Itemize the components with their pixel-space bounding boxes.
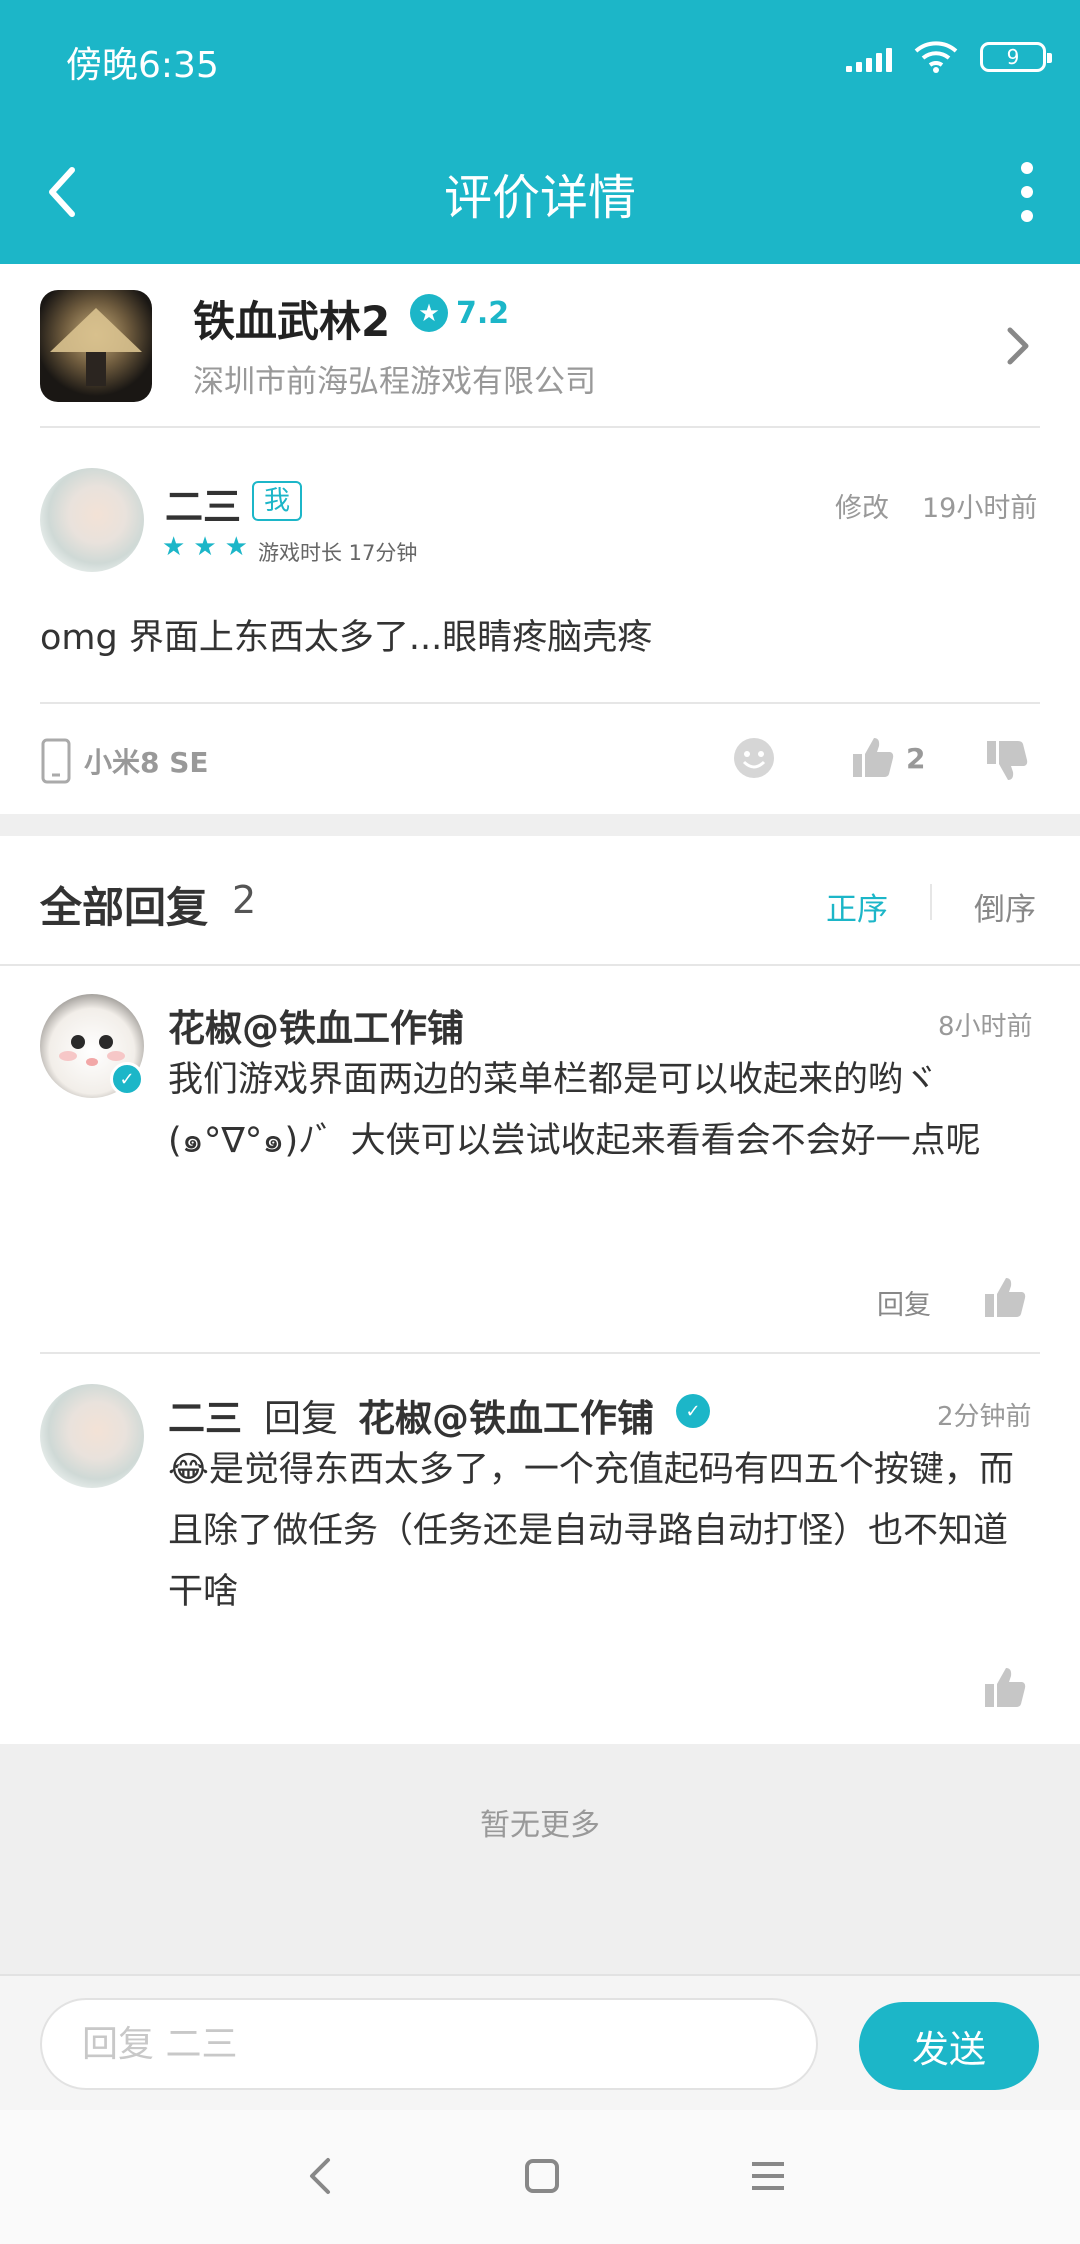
review-content: omg 界面上东西太多了...眼睛疼脑壳疼: [40, 618, 653, 658]
thumbs-up-icon[interactable]: [982, 1274, 1028, 1320]
playtime: 游戏时长 17分钟: [258, 541, 418, 565]
star-rating: ★ ★ ★: [162, 532, 248, 562]
review-time: 19小时前: [922, 493, 1038, 524]
game-company: 深圳市前海弘程游戏有限公司: [193, 364, 596, 400]
page-title: 评价详情: [443, 170, 636, 226]
thumbs-up-icon[interactable]: [982, 1664, 1028, 1710]
sort-divider: [930, 884, 932, 920]
status-bar: 傍晚6:35 9: [0, 0, 1080, 120]
system-nav-bar: [0, 2110, 1080, 2244]
more-vertical-icon[interactable]: [1012, 162, 1042, 222]
battery-level: 9: [1006, 45, 1020, 69]
reply-content: 我们游戏界面两边的菜单栏都是可以收起来的哟ヾ(๑°∇°๑)ﾉ゛大侠可以尝试收起来…: [168, 1060, 981, 1161]
like-count: 2: [906, 742, 926, 775]
reply-time: 8小时前: [938, 1012, 1033, 1042]
nav-back-icon[interactable]: [302, 2154, 338, 2198]
emoji-react-icon[interactable]: [732, 736, 776, 780]
nav-home-icon[interactable]: [522, 2156, 562, 2196]
divider: [40, 702, 1040, 704]
divider: [40, 426, 1040, 428]
reply-word: 回复: [264, 1397, 338, 1440]
status-time: 傍晚6:35: [66, 45, 219, 86]
avatar[interactable]: [40, 468, 144, 572]
edit-link[interactable]: 修改: [835, 486, 889, 525]
game-rating: ★ 7.2: [410, 294, 509, 332]
verified-badge-icon: ✓: [676, 1394, 710, 1428]
reply-username[interactable]: 二三: [168, 1388, 242, 1442]
me-badge: 我: [252, 481, 303, 521]
phone-icon: [41, 738, 71, 784]
rating-value: 7.2: [456, 295, 510, 331]
section-gap: [0, 814, 1080, 836]
avatar[interactable]: [40, 1384, 144, 1488]
game-name: 铁血武林2: [193, 297, 391, 346]
wifi-icon: [914, 41, 958, 73]
star-icon: ★: [410, 294, 448, 332]
game-icon: [40, 290, 152, 402]
nav-menu-icon[interactable]: [748, 2158, 788, 2194]
game-header[interactable]: 铁血武林2 ★ 7.2 深圳市前海弘程游戏有限公司: [0, 264, 1080, 426]
sort-asc-tab[interactable]: 正序: [826, 884, 888, 929]
chevron-right-icon[interactable]: [1000, 322, 1036, 370]
battery-icon: 9: [980, 42, 1052, 72]
review-username[interactable]: 二三: [165, 476, 241, 531]
verified-badge-icon: ✓: [110, 1062, 144, 1096]
thumbs-up-icon[interactable]: [850, 734, 896, 780]
reply-username[interactable]: 花椒@铁血工作铺: [168, 998, 464, 1052]
no-more-text: 暂无更多: [480, 1808, 600, 1843]
divider: [0, 964, 1080, 966]
divider: [40, 1352, 1040, 1354]
star-icon: ★: [193, 532, 217, 562]
signal-icon: [846, 42, 892, 72]
reply-content: 😂是觉得东西太多了，一个充值起码有四五个按键，而且除了做任务（任务还是自动寻路自…: [168, 1450, 1014, 1612]
replies-title: 全部回复: [40, 883, 209, 932]
device-info: 小米8 SE: [40, 738, 209, 784]
star-icon: ★: [162, 532, 186, 562]
reply-input-bar: 发送: [0, 1974, 1080, 2110]
star-icon: ★: [224, 532, 248, 562]
send-button[interactable]: 发送: [859, 2002, 1039, 2090]
status-icons: 9: [846, 40, 1052, 74]
device-name: 小米8 SE: [84, 746, 209, 779]
reply-input[interactable]: [40, 1998, 818, 2090]
replies-count: 2: [232, 878, 257, 922]
reply-button[interactable]: 回复: [877, 1283, 931, 1322]
app-bar: 评价详情: [0, 120, 1080, 264]
reply-time: 2分钟前: [937, 1402, 1032, 1432]
reply-target[interactable]: 花椒@铁血工作铺: [358, 1388, 654, 1442]
thumbs-down-icon[interactable]: [984, 738, 1030, 784]
list-footer: 暂无更多: [0, 1744, 1080, 1974]
sort-desc-tab[interactable]: 倒序: [974, 884, 1036, 929]
